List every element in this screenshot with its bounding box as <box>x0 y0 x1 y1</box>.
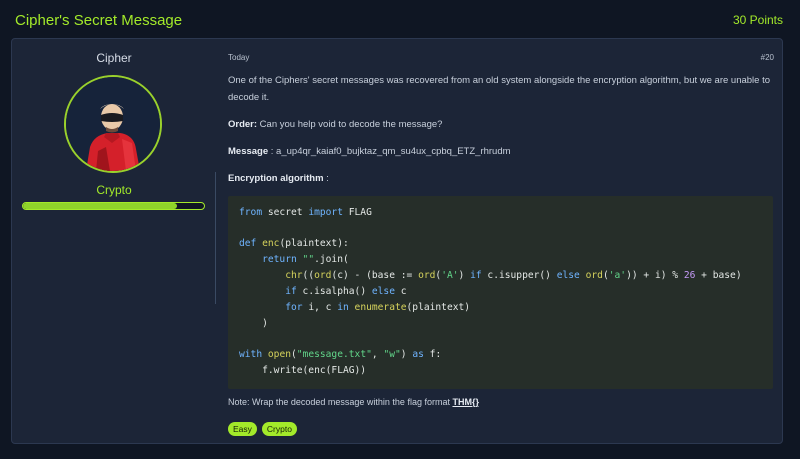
order-paragraph: Order: Can you help void to decode the m… <box>228 116 774 133</box>
message-text: : a_up4qr_kaiaf0_bujktaz_qm_su4ux_cpbq_E… <box>268 146 511 157</box>
progress-bar-fill <box>23 203 177 209</box>
algorithm-heading: Encryption algorithm : <box>228 170 774 187</box>
tag-easy[interactable]: Easy <box>228 422 257 436</box>
note-text: Note: Wrap the decoded message within th… <box>228 397 453 407</box>
code-line-1: from secret import FLAG <box>239 207 372 218</box>
code-line-10: with open("message.txt", "w") as f: <box>239 349 442 360</box>
order-label: Order: <box>228 119 258 130</box>
code-line-6: if c.isalpha() else c <box>285 286 407 297</box>
post-card: Cipher Crypto Today #20 One of the Ciphe… <box>11 38 783 444</box>
category-label: Crypto <box>96 183 132 197</box>
tag-crypto[interactable]: Crypto <box>261 422 297 436</box>
page-title: Cipher's Secret Message <box>15 11 183 29</box>
code-block[interactable]: from secret import FLAG def enc(plaintex… <box>228 196 773 389</box>
flag-format: THM{} <box>452 397 479 407</box>
code-line-7: for i, c in enumerate(plaintext) <box>285 302 471 313</box>
code-line-4: return "".join( <box>262 254 349 265</box>
page-header: Cipher's Secret Message 30 Points <box>0 0 800 40</box>
code-line-8: ) <box>239 318 268 329</box>
code-line-11: f.write(enc(FLAG)) <box>239 365 367 376</box>
order-text: Can you help void to decode the message? <box>257 119 443 130</box>
note-paragraph: Note: Wrap the decoded message within th… <box>228 397 479 407</box>
points-badge: 30 Points <box>732 13 783 27</box>
post-date: Today <box>228 53 250 62</box>
post-meta: Today #20 <box>228 53 774 62</box>
hacker-avatar-icon <box>66 77 160 171</box>
intro-paragraph: One of the Ciphers' secret messages was … <box>228 75 771 103</box>
message-paragraph: Message : a_up4qr_kaiaf0_bujktaz_qm_su4u… <box>228 143 774 160</box>
algorithm-suffix: : <box>323 173 329 184</box>
author-name[interactable]: Cipher <box>12 51 216 65</box>
avatar[interactable] <box>64 75 162 173</box>
message-label: Message <box>228 146 269 157</box>
post-number[interactable]: #20 <box>761 53 774 62</box>
sidebar-divider <box>215 172 216 304</box>
author-sidebar: Cipher Crypto <box>12 39 216 309</box>
code-line-3: def enc(plaintext): <box>239 238 349 249</box>
progress-bar <box>22 202 205 210</box>
algorithm-label: Encryption algorithm <box>228 173 324 184</box>
code-line-5: chr((ord(c) - (base := ord('A') if c.isu… <box>285 270 742 281</box>
tag-list: Easy Crypto <box>228 422 297 436</box>
